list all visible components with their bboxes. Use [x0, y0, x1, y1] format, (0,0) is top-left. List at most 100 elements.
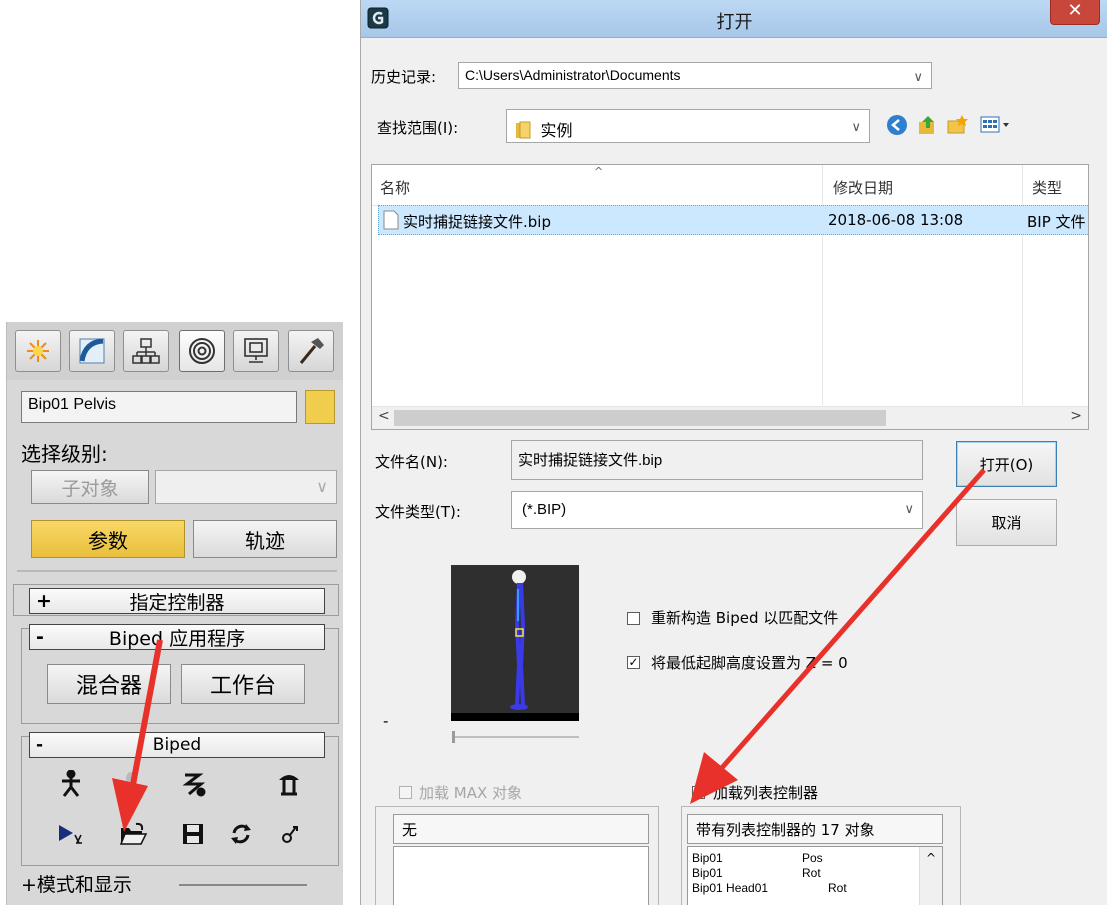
- save-file-icon: [183, 824, 203, 844]
- rollout-biped[interactable]: - Biped: [29, 732, 325, 758]
- workbench-button[interactable]: 工作台: [181, 664, 305, 704]
- filetype-label: 文件类型(T):: [375, 503, 461, 521]
- filename-input[interactable]: 实时捕捉链接文件.bip: [511, 440, 923, 480]
- open-button-label: 打开(O): [979, 455, 1034, 474]
- hierarchy-icon: [132, 338, 160, 364]
- mixer-mode-button[interactable]: [269, 766, 309, 802]
- separator: [17, 570, 337, 572]
- scrollbar-thumb[interactable]: [394, 410, 886, 426]
- look-in-value: 实例: [540, 123, 573, 140]
- open-button[interactable]: 打开(O): [956, 441, 1057, 487]
- new-folder-button[interactable]: [945, 113, 969, 137]
- biped-preview: [451, 565, 579, 721]
- file-type: BIP 文件: [1027, 213, 1086, 231]
- up-folder-button[interactable]: [915, 113, 939, 137]
- vertical-scrollbar[interactable]: ^: [919, 847, 942, 905]
- rollout-assign-controller[interactable]: + 指定控制器: [29, 588, 325, 614]
- figure-mode-button[interactable]: [51, 766, 91, 802]
- object-color-swatch[interactable]: [305, 390, 335, 424]
- separator: [179, 884, 307, 886]
- column-name[interactable]: 名称: [380, 177, 410, 198]
- move-all-mode-button[interactable]: [269, 816, 309, 852]
- rollout-biped-apps[interactable]: - Biped 应用程序: [29, 624, 325, 650]
- preview-slider-thumb[interactable]: [452, 731, 455, 743]
- filetype-combo[interactable]: (*.BIP) ∨: [511, 491, 923, 529]
- load-list-controllers-label: 加载列表控制器: [713, 784, 819, 802]
- preview-dash: -: [383, 712, 389, 730]
- parameters-button[interactable]: 参数: [31, 520, 185, 558]
- cancel-button[interactable]: 取消: [956, 499, 1057, 546]
- list-controllers-header-text: 带有列表控制器的 17 对象: [696, 821, 875, 839]
- footstep-mode-icon: [126, 772, 137, 797]
- workbench-button-label: 工作台: [209, 674, 276, 699]
- parameters-button-label: 参数: [88, 528, 128, 553]
- column-modified-date[interactable]: 修改日期: [833, 177, 893, 198]
- cancel-button-label: 取消: [991, 514, 1022, 532]
- tab-hierarchy[interactable]: [123, 330, 169, 372]
- open-file-dialog: 打开 ✕ 历史记录: C:\Users\Administrator\Docume…: [360, 0, 1107, 905]
- mixer-button[interactable]: 混合器: [47, 664, 171, 704]
- tab-motion[interactable]: [179, 330, 225, 372]
- trajectories-button-label: 轨迹: [245, 528, 285, 553]
- history-value: C:\Users\Administrator\Documents: [465, 67, 681, 83]
- biped-skeleton-preview: [451, 570, 579, 721]
- playback-icon: [59, 825, 82, 844]
- list-controllers-header: 带有列表控制器的 17 对象: [687, 814, 943, 844]
- scroll-left-icon[interactable]: <: [378, 408, 390, 424]
- trajectories-button[interactable]: 轨迹: [193, 520, 337, 558]
- file-row[interactable]: 实时捕捉链接文件.bip 2018-06-08 13:08 BIP 文件: [378, 205, 1088, 235]
- chevron-down-icon: ∨: [904, 501, 914, 516]
- filetype-value: (*.BIP): [522, 501, 567, 518]
- subobject-button[interactable]: 子对象: [31, 470, 149, 504]
- chevron-down-icon: ∨: [851, 119, 861, 134]
- tab-create[interactable]: [15, 330, 61, 372]
- scroll-right-icon[interactable]: >: [1070, 408, 1082, 424]
- expand-plus-icon: +: [36, 590, 52, 612]
- command-panel: Bip01 Pelvis 选择级别: 子对象 ∨ 参数 轨迹 + 指定控制器 -…: [6, 322, 343, 905]
- load-file-button[interactable]: [113, 816, 153, 852]
- history-combo[interactable]: C:\Users\Administrator\Documents ∨: [458, 62, 932, 89]
- column-divider: [822, 165, 823, 405]
- motion-flow-button[interactable]: [173, 766, 213, 802]
- look-in-combo[interactable]: 实例 ∨: [506, 109, 870, 143]
- scroll-up-icon[interactable]: ^: [926, 851, 936, 865]
- subobject-dropdown[interactable]: ∨: [155, 470, 337, 504]
- object-name-field[interactable]: Bip01 Pelvis: [21, 391, 297, 423]
- file-name: 实时捕捉链接文件.bip: [403, 213, 551, 231]
- look-in-label: 查找范围(I):: [377, 119, 459, 137]
- save-file-button[interactable]: [173, 816, 213, 852]
- view-menu-button[interactable]: [979, 113, 1015, 137]
- history-label: 历史记录:: [371, 68, 437, 86]
- max-objects-list[interactable]: [393, 846, 649, 905]
- load-list-controllers-checkbox[interactable]: ✓: [692, 786, 705, 799]
- max-objects-header: 无: [393, 814, 649, 844]
- tab-utilities[interactable]: [288, 330, 334, 372]
- list-item[interactable]: Bip01 Head01 Rot: [692, 881, 847, 895]
- mode-display-rollout[interactable]: +模式和显示: [21, 870, 132, 897]
- column-type[interactable]: 类型: [1032, 177, 1062, 198]
- close-button[interactable]: ✕: [1050, 0, 1100, 25]
- back-button[interactable]: [885, 113, 909, 137]
- list-controllers-list[interactable]: Bip01 Pos Bip01 Rot Bip01 Head01 Rot ^: [687, 846, 943, 905]
- chevron-down-icon: ∨: [913, 69, 923, 84]
- convert-button[interactable]: [221, 816, 261, 852]
- modify-curve-icon: [79, 338, 105, 364]
- load-max-objects-label: 加载 MAX 对象: [419, 784, 523, 802]
- dialog-titlebar[interactable]: 打开 ✕: [361, 0, 1107, 38]
- tab-display[interactable]: [233, 330, 279, 372]
- list-item[interactable]: Bip01 Pos: [692, 851, 823, 865]
- file-date: 2018-06-08 13:08: [828, 211, 964, 229]
- lowest-foot-label: 将最低起脚高度设置为 Z = 0: [651, 654, 848, 672]
- preview-slider[interactable]: [453, 736, 579, 738]
- playback-button[interactable]: [51, 816, 91, 852]
- collapse-minus-icon: -: [36, 735, 44, 755]
- column-divider: [1022, 165, 1023, 405]
- footstep-mode-button[interactable]: [111, 766, 151, 802]
- file-list[interactable]: 名称 ^ 修改日期 类型 实时捕捉链接文件.bip 2018-06-08 13:…: [371, 164, 1089, 430]
- list-item[interactable]: Bip01 Rot: [692, 866, 821, 880]
- restructure-checkbox[interactable]: [627, 612, 640, 625]
- horizontal-scrollbar[interactable]: < >: [372, 406, 1088, 429]
- tab-modify[interactable]: [69, 330, 115, 372]
- lowest-foot-checkbox[interactable]: ✓: [627, 656, 640, 669]
- load-max-objects-checkbox[interactable]: [399, 786, 412, 799]
